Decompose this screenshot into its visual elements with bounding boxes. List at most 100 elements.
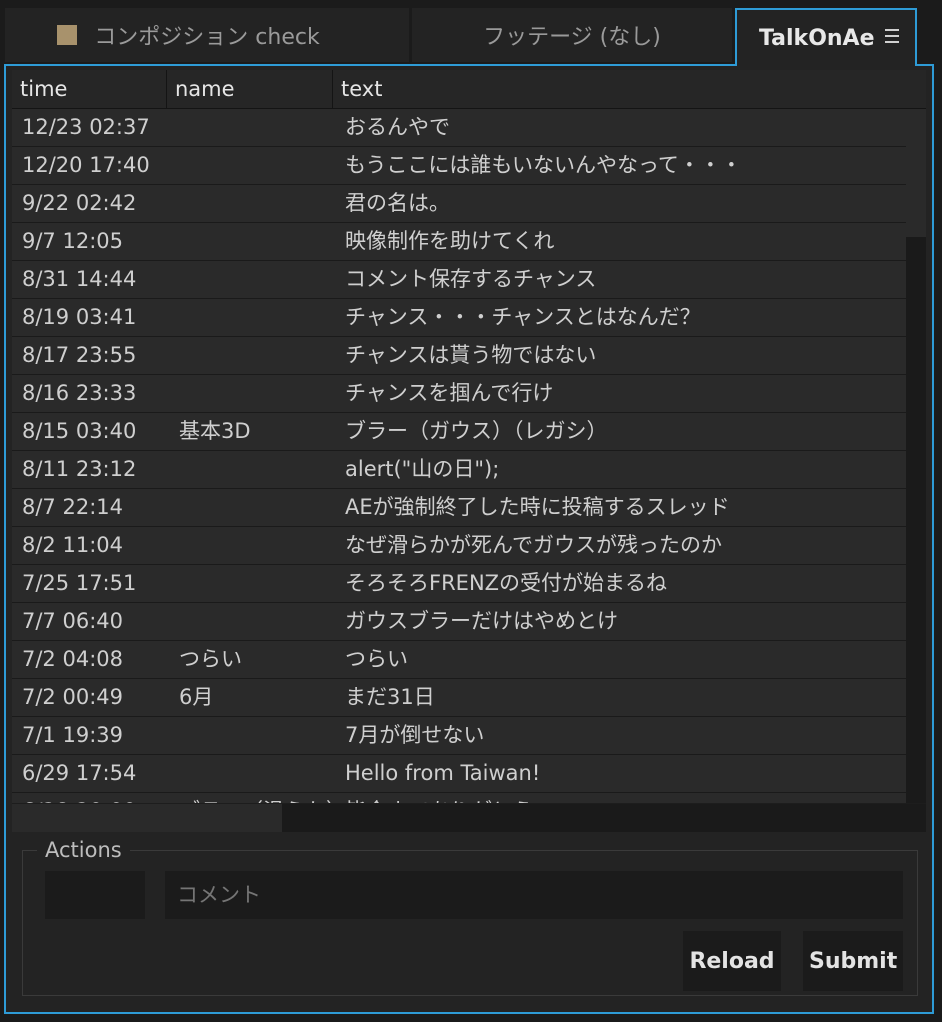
cell-name [167, 717, 333, 754]
cell-text: コメント保存するチャンス [345, 267, 597, 291]
cell-time: 8/11 23:12 [22, 457, 137, 481]
cell-name [167, 185, 333, 222]
cell-time: 8/16 23:33 [22, 381, 137, 405]
cell-name: 6月 [179, 685, 214, 709]
cell-text: alert("山の日"); [345, 457, 500, 481]
talkonae-panel: time name text 12/23 02:37 おるんやで 12/20 17:… [4, 64, 934, 1014]
color-picker-box[interactable] [45, 871, 145, 919]
cell-name [167, 527, 333, 564]
cell-time: 7/2 00:49 [22, 685, 123, 709]
comment-input[interactable] [165, 871, 903, 919]
table-row[interactable]: 8/17 23:55 チャンスは貰う物ではない [12, 337, 906, 375]
cell-name: ブラー（滑らか） [167, 793, 333, 803]
actions-legend: Actions [37, 837, 130, 863]
table-row[interactable]: 8/15 03:40 基本3D ブラー（ガウス）（レガシ） [12, 413, 906, 451]
comment-table: time name text 12/23 02:37 おるんやで 12/20 17:… [12, 70, 926, 804]
tab-composition-label: コンポジション check [94, 25, 320, 50]
cell-name [167, 603, 333, 640]
cell-time: 6/29 17:54 [22, 761, 137, 785]
cell-name [167, 755, 333, 792]
horizontal-scrollbar[interactable] [12, 804, 926, 832]
cell-text: ガウスブラーだけはやめとけ [345, 609, 618, 633]
cell-name: 基本3D [179, 419, 251, 443]
cell-text: ブラー（ガウス）（レガシ） [345, 419, 608, 443]
cell-time: 7/7 06:40 [22, 609, 123, 633]
table-header: time name text [12, 70, 926, 109]
cell-text: もうここには誰もいないんやなって・・・ [345, 153, 742, 177]
table-row[interactable]: 8/31 14:44 コメント保存するチャンス [12, 261, 906, 299]
reload-button[interactable]: Reload [683, 931, 781, 991]
cell-time: 8/2 11:04 [22, 533, 123, 557]
cell-time: 8/7 22:14 [22, 495, 123, 519]
cell-time: 7/25 17:51 [22, 571, 137, 595]
panel-tab-bar: コンポジション check フッテージ (なし) TalkOnAe [5, 8, 937, 66]
cell-name [167, 299, 333, 336]
table-row[interactable]: 12/23 02:37 おるんやで [12, 109, 906, 147]
tab-talkonae-label: TalkOnAe [759, 25, 875, 51]
table-row[interactable]: 6/28 20:00ブラー（滑らか）皆今までありがとう [12, 793, 906, 803]
tab-footage[interactable]: フッテージ (なし) [412, 8, 732, 62]
cell-time: 8/17 23:55 [22, 343, 137, 367]
cell-text: なぜ滑らかが死んでガウスが残ったのか [345, 533, 722, 557]
cell-time: 8/19 03:41 [22, 305, 137, 329]
column-header-time[interactable]: time [12, 70, 167, 108]
cell-name [167, 223, 333, 260]
cell-time: 8/15 03:40 [22, 419, 137, 443]
table-row[interactable]: 6/29 17:54 Hello from Taiwan! [12, 755, 906, 793]
tab-footage-label: フッテージ (なし) [483, 25, 661, 50]
vertical-scrollbar[interactable] [906, 109, 926, 803]
composition-color-swatch-icon [57, 25, 77, 45]
table-row[interactable]: 8/11 23:12 alert("山の日"); [12, 451, 906, 489]
cell-text: 皆今までありがとう [333, 793, 906, 803]
tab-composition[interactable]: コンポジション check [5, 8, 409, 62]
cell-name [167, 147, 333, 184]
cell-name [167, 565, 333, 602]
table-row[interactable]: 7/2 00:49 6月 まだ31日 [12, 679, 906, 717]
cell-text: チャンスは貰う物ではない [345, 343, 597, 367]
submit-button[interactable]: Submit [803, 931, 903, 991]
table-row[interactable]: 8/16 23:33 チャンスを掴んで行け [12, 375, 906, 413]
vertical-scrollbar-thumb[interactable] [906, 109, 926, 237]
table-row[interactable]: 8/19 03:41 チャンス・・・チャンスとはなんだ？ [12, 299, 906, 337]
actions-group: Actions Reload Submit [22, 837, 918, 996]
cell-text: チャンスを掴んで行け [345, 381, 554, 405]
table-row[interactable]: 9/22 02:42 君の名は。 [12, 185, 906, 223]
horizontal-scrollbar-thumb[interactable] [12, 804, 282, 832]
cell-time: 9/22 02:42 [22, 191, 137, 215]
cell-time: 8/31 14:44 [22, 267, 137, 291]
cell-text: まだ31日 [345, 685, 435, 709]
cell-name [167, 337, 333, 374]
cell-text: 7月が倒せない [345, 723, 485, 747]
cell-text: 映像制作を助けてくれ [345, 229, 555, 253]
table-row[interactable]: 7/1 19:39 7月が倒せない [12, 717, 906, 755]
column-header-name[interactable]: name [167, 70, 333, 108]
table-row[interactable]: 8/2 11:04 なぜ滑らかが死んでガウスが残ったのか [12, 527, 906, 565]
table-row[interactable]: 8/7 22:14 AEが強制終了した時に投稿するスレッド [12, 489, 906, 527]
tab-talkonae[interactable]: TalkOnAe [735, 8, 917, 66]
cell-time: 12/20 17:40 [22, 153, 150, 177]
cell-text: つらい [345, 647, 408, 671]
table-row[interactable]: 12/20 17:40 もうここには誰もいないんやなって・・・ [12, 147, 906, 185]
cell-time: 6/28 20:00 [12, 793, 167, 803]
column-header-text[interactable]: text [333, 70, 926, 108]
cell-text: Hello from Taiwan! [345, 761, 541, 785]
cell-name [167, 489, 333, 526]
cell-name [167, 375, 333, 412]
cell-time: 7/2 04:08 [22, 647, 123, 671]
table-body: 12/23 02:37 おるんやで 12/20 17:40 もうここには誰もいないんや… [12, 109, 906, 803]
cell-text: AEが強制終了した時に投稿するスレッド [345, 495, 730, 519]
cell-text: そろそろFRENZの受付が始まるね [345, 571, 668, 595]
table-row[interactable]: 7/2 04:08 つらい つらい [12, 641, 906, 679]
cell-time: 9/7 12:05 [22, 229, 123, 253]
panel-menu-icon[interactable] [885, 29, 899, 43]
cell-time: 7/1 19:39 [22, 723, 123, 747]
cell-name: つらい [179, 647, 242, 671]
cell-text: 君の名は。 [345, 191, 450, 215]
cell-text: チャンス・・・チャンスとはなんだ？ [345, 305, 701, 329]
table-row[interactable]: 7/25 17:51 そろそろFRENZの受付が始まるね [12, 565, 906, 603]
talkonae-window: コンポジション check フッテージ (なし) TalkOnAe time n… [0, 0, 942, 1022]
cell-text: おるんやで [345, 115, 450, 139]
cell-name [167, 109, 333, 146]
table-row[interactable]: 7/7 06:40 ガウスブラーだけはやめとけ [12, 603, 906, 641]
table-row[interactable]: 9/7 12:05 映像制作を助けてくれ [12, 223, 906, 261]
